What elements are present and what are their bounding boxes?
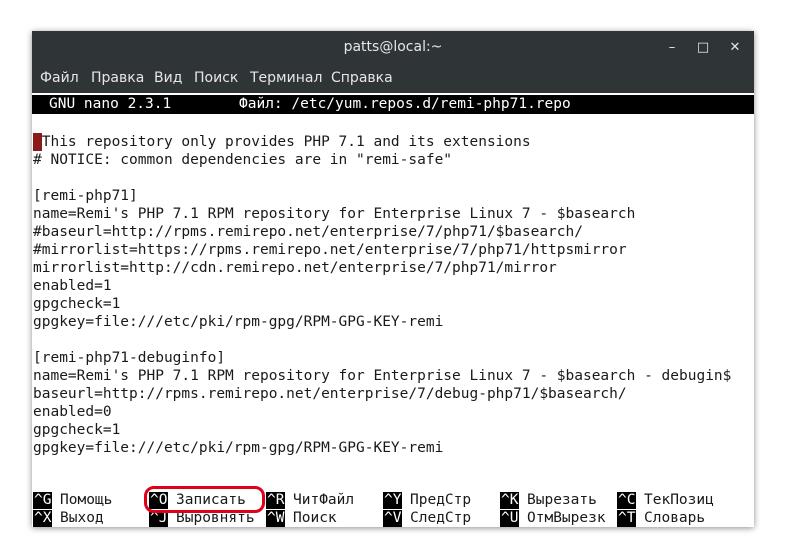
shortcut-key: ^Y: [383, 492, 403, 509]
shortcut-label: ЧитФайл: [293, 492, 355, 508]
menu-edit[interactable]: Правка: [91, 70, 144, 86]
shortcut-key: ^R: [266, 492, 286, 509]
menu-file[interactable]: Файл: [40, 70, 79, 86]
maximize-icon: □: [696, 40, 710, 55]
shortcut-label: ПредСтр: [410, 492, 472, 508]
shortcut-key: ^C: [617, 492, 637, 509]
shortcut-key: ^V: [383, 510, 403, 527]
close-button[interactable]: ✕: [724, 37, 746, 59]
shortcut-key: ^U: [500, 510, 520, 527]
menu-help[interactable]: Справка: [331, 70, 393, 86]
shortcut-key: ^T: [617, 510, 637, 527]
minimize-icon: –: [668, 40, 676, 55]
content-line: # NOTICE: common dependencies are in "re…: [33, 152, 453, 168]
shortcut-label: ОтмВырезк: [527, 510, 606, 526]
minimize-button[interactable]: –: [661, 37, 683, 59]
shortcut-label: Поиск: [293, 510, 337, 526]
content-line: gpgkey=file:///etc/pki/rpm-gpg/RPM-GPG-K…: [33, 440, 444, 456]
content-line: mirrorlist=http://cdn.remirepo.net/enter…: [33, 260, 557, 276]
terminal-window: patts@local:~ – □ ✕ Файл Правка Вид Поис…: [32, 31, 754, 527]
nano-header: GNU nano 2.3.1 Файл: /etc/yum.repos.d/rem…: [32, 95, 754, 114]
menu-view[interactable]: Вид: [154, 70, 182, 86]
menu-terminal[interactable]: Терминал: [250, 70, 322, 86]
shortcut-label: СледСтр: [410, 510, 472, 526]
menu-bar: Файл Правка Вид Поиск Терминал Справка: [32, 65, 754, 93]
title-bar[interactable]: patts@local:~ – □ ✕: [32, 31, 754, 65]
content-line: #mirrorlist=https://rpms.remirepo.net/en…: [33, 242, 627, 258]
menu-search[interactable]: Поиск: [194, 70, 238, 86]
terminal-area[interactable]: GNU nano 2.3.1 Файл: /etc/yum.repos.d/rem…: [32, 93, 754, 527]
content-line: name=Remi's PHP 7.1 RPM repository for E…: [33, 368, 732, 384]
highlight-write-out: [144, 486, 265, 513]
content-line: [remi-php71-debuginfo]: [33, 350, 226, 366]
content-line: enabled=1: [33, 278, 112, 294]
nano-version: GNU nano 2.3.1: [49, 96, 172, 112]
close-icon: ✕: [729, 40, 741, 55]
shortcut-key: ^W: [266, 510, 286, 527]
shortcut-label: ТекПозиц: [644, 492, 714, 508]
content-line: #baseurl=http://rpms.remirepo.net/enterp…: [33, 224, 583, 240]
shortcut-key: ^K: [500, 492, 520, 509]
content-line: enabled=0: [33, 404, 112, 420]
shortcut-label: Вырезать: [527, 492, 597, 508]
maximize-button[interactable]: □: [692, 37, 714, 59]
shortcut-label: Выход: [60, 510, 104, 526]
content-line: gpgkey=file:///etc/pki/rpm-gpg/RPM-GPG-K…: [33, 314, 444, 330]
content-line: baseurl=http://rpms.remirepo.net/enterpr…: [33, 386, 627, 402]
shortcut-label: Помощь: [60, 492, 113, 508]
shortcut-key: ^X: [33, 510, 53, 527]
shortcut-key: ^G: [33, 492, 53, 509]
shortcut-label: Словарь: [644, 510, 706, 526]
content-line: name=Remi's PHP 7.1 RPM repository for E…: [33, 206, 636, 222]
content-line: gpgcheck=1: [33, 296, 121, 312]
content-line: gpgcheck=1: [33, 422, 121, 438]
nano-file-label: Файл: /etc/yum.repos.d/remi-php71.repo: [239, 96, 571, 112]
window-title: patts@local:~: [343, 39, 443, 55]
content-line: This repository only provides PHP 7.1 an…: [33, 134, 531, 150]
content-line: [remi-php71]: [33, 188, 138, 204]
